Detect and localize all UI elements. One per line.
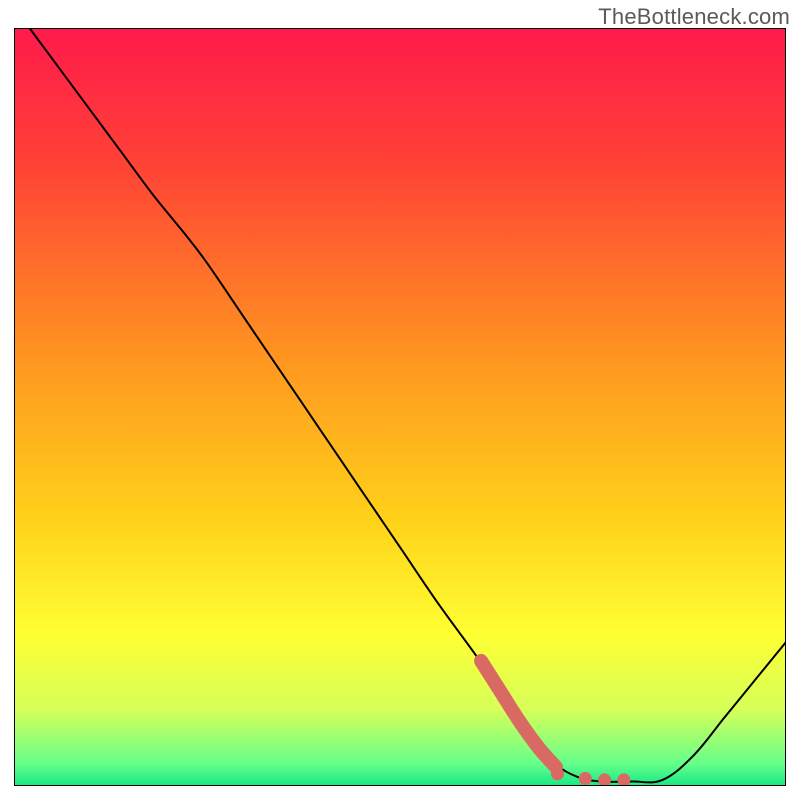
watermark-label: TheBottleneck.com [598, 4, 790, 30]
gradient-background [14, 28, 786, 786]
highlight-dot [551, 767, 564, 780]
bottleneck-chart [14, 28, 786, 786]
chart-container: TheBottleneck.com [0, 0, 800, 800]
highlight-dot [579, 772, 592, 785]
highlight-dot [617, 773, 630, 786]
highlight-dot [598, 773, 611, 786]
